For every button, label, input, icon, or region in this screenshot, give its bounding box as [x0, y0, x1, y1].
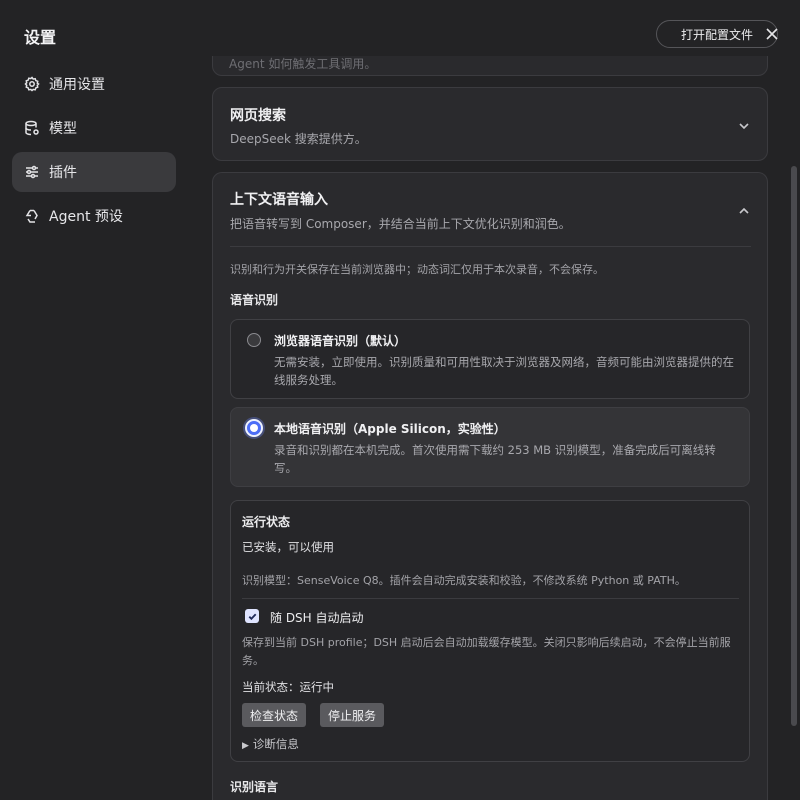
- runtime-status-panel: 运行状态 已安装，可以使用 识别模型：SenseVoice Q8。插件会自动完成…: [230, 500, 750, 762]
- database-icon: [24, 120, 40, 136]
- section-label-recognition: 语音识别: [230, 293, 279, 307]
- card-title: 上下文语音输入: [230, 192, 328, 208]
- chevron-down-icon[interactable]: [737, 118, 751, 132]
- sidebar-item-agent-presets[interactable]: Agent 预设: [12, 196, 176, 236]
- chevron-up-icon[interactable]: [737, 203, 751, 217]
- plugin-card-web-search[interactable]: 网页搜索 DeepSeek 搜索提供方。: [212, 87, 768, 161]
- radio-local-recognition[interactable]: [245, 419, 263, 437]
- check-status-button[interactable]: 检查状态: [242, 703, 307, 727]
- sidebar-nav: 通用设置 模型 插件 Agent 预设: [12, 64, 176, 240]
- autostart-description: 保存到当前 DSH profile；DSH 启动后会自动加载缓存模型。关闭只影响…: [242, 636, 731, 667]
- card-description: Agent 如何触发工具调用。: [229, 57, 377, 71]
- option-local-recognition[interactable]: 本地语音识别（Apple Silicon，实验性） 录音和识别都在本机完成。首次…: [230, 407, 750, 487]
- option-browser-recognition[interactable]: 浏览器语音识别（默认） 无需安装，立即使用。识别质量和可用性取决于浏览器及网络，…: [230, 319, 750, 399]
- close-button[interactable]: [760, 22, 784, 46]
- option-description: 无需安装，立即使用。识别质量和可用性取决于浏览器及网络，音频可能由浏览器提供的在…: [274, 355, 734, 387]
- sidebar-item-label: Agent 预设: [49, 209, 123, 225]
- radio-browser-recognition[interactable]: [247, 333, 261, 347]
- sidebar-item-plugins[interactable]: 插件: [12, 152, 176, 192]
- scrollbar[interactable]: [791, 166, 797, 726]
- autostart-label[interactable]: 随 DSH 自动启动: [270, 609, 364, 626]
- card-description: DeepSeek 搜索提供方。: [230, 132, 367, 146]
- storage-note: 识别和行为开关保存在当前浏览器中；动态词汇仅用于本次录音，不会保存。: [230, 263, 604, 276]
- gear-icon: [24, 76, 40, 92]
- settings-content[interactable]: Agent 如何触发工具调用。 网页搜索 DeepSeek 搜索提供方。 上下文…: [190, 56, 790, 800]
- option-description: 录音和识别都在本机完成。首次使用需下载约 253 MB 识别模型，准备完成后可离…: [274, 443, 716, 475]
- autostart-checkbox[interactable]: [245, 609, 259, 623]
- sliders-icon: [24, 164, 40, 180]
- plugin-card-voice-input: 上下文语音输入 把语音转写到 Composer，并结合当前上下文优化识别和润色。…: [212, 172, 768, 800]
- sidebar-item-label: 通用设置: [49, 77, 105, 93]
- sidebar: 设置 通用设置 模型 插件 Agent 预设: [0, 0, 190, 800]
- plugin-card-partial: Agent 如何触发工具调用。: [212, 56, 768, 76]
- option-title: 本地语音识别（Apple Silicon，实验性）: [274, 422, 506, 436]
- check-icon: [248, 613, 256, 620]
- sidebar-item-label: 模型: [49, 121, 77, 137]
- status-state: 已安装，可以使用: [242, 540, 334, 554]
- option-title: 浏览器语音识别（默认）: [274, 334, 407, 348]
- close-icon: [766, 28, 778, 40]
- page-title: 设置: [24, 28, 57, 47]
- divider: [242, 598, 739, 599]
- diagnostics-label: 诊断信息: [252, 737, 299, 751]
- status-title: 运行状态: [242, 515, 291, 529]
- card-title: 网页搜索: [230, 108, 286, 124]
- divider: [230, 246, 751, 247]
- diagnostics-toggle[interactable]: ▶ 诊断信息: [242, 736, 299, 752]
- card-description: 把语音转写到 Composer，并结合当前上下文优化识别和润色。: [230, 217, 571, 231]
- sidebar-item-models[interactable]: 模型: [12, 108, 176, 148]
- sidebar-item-general[interactable]: 通用设置: [12, 64, 176, 104]
- current-state: 当前状态：运行中: [242, 680, 334, 694]
- stop-service-button[interactable]: 停止服务: [320, 703, 385, 727]
- section-label-language: 识别语言: [230, 780, 279, 794]
- sidebar-item-label: 插件: [49, 165, 77, 181]
- model-info: 识别模型：SenseVoice Q8。插件会自动完成安装和校验，不修改系统 Py…: [242, 574, 686, 587]
- triangle-right-icon: ▶: [242, 741, 249, 751]
- recycle-icon: [24, 208, 40, 224]
